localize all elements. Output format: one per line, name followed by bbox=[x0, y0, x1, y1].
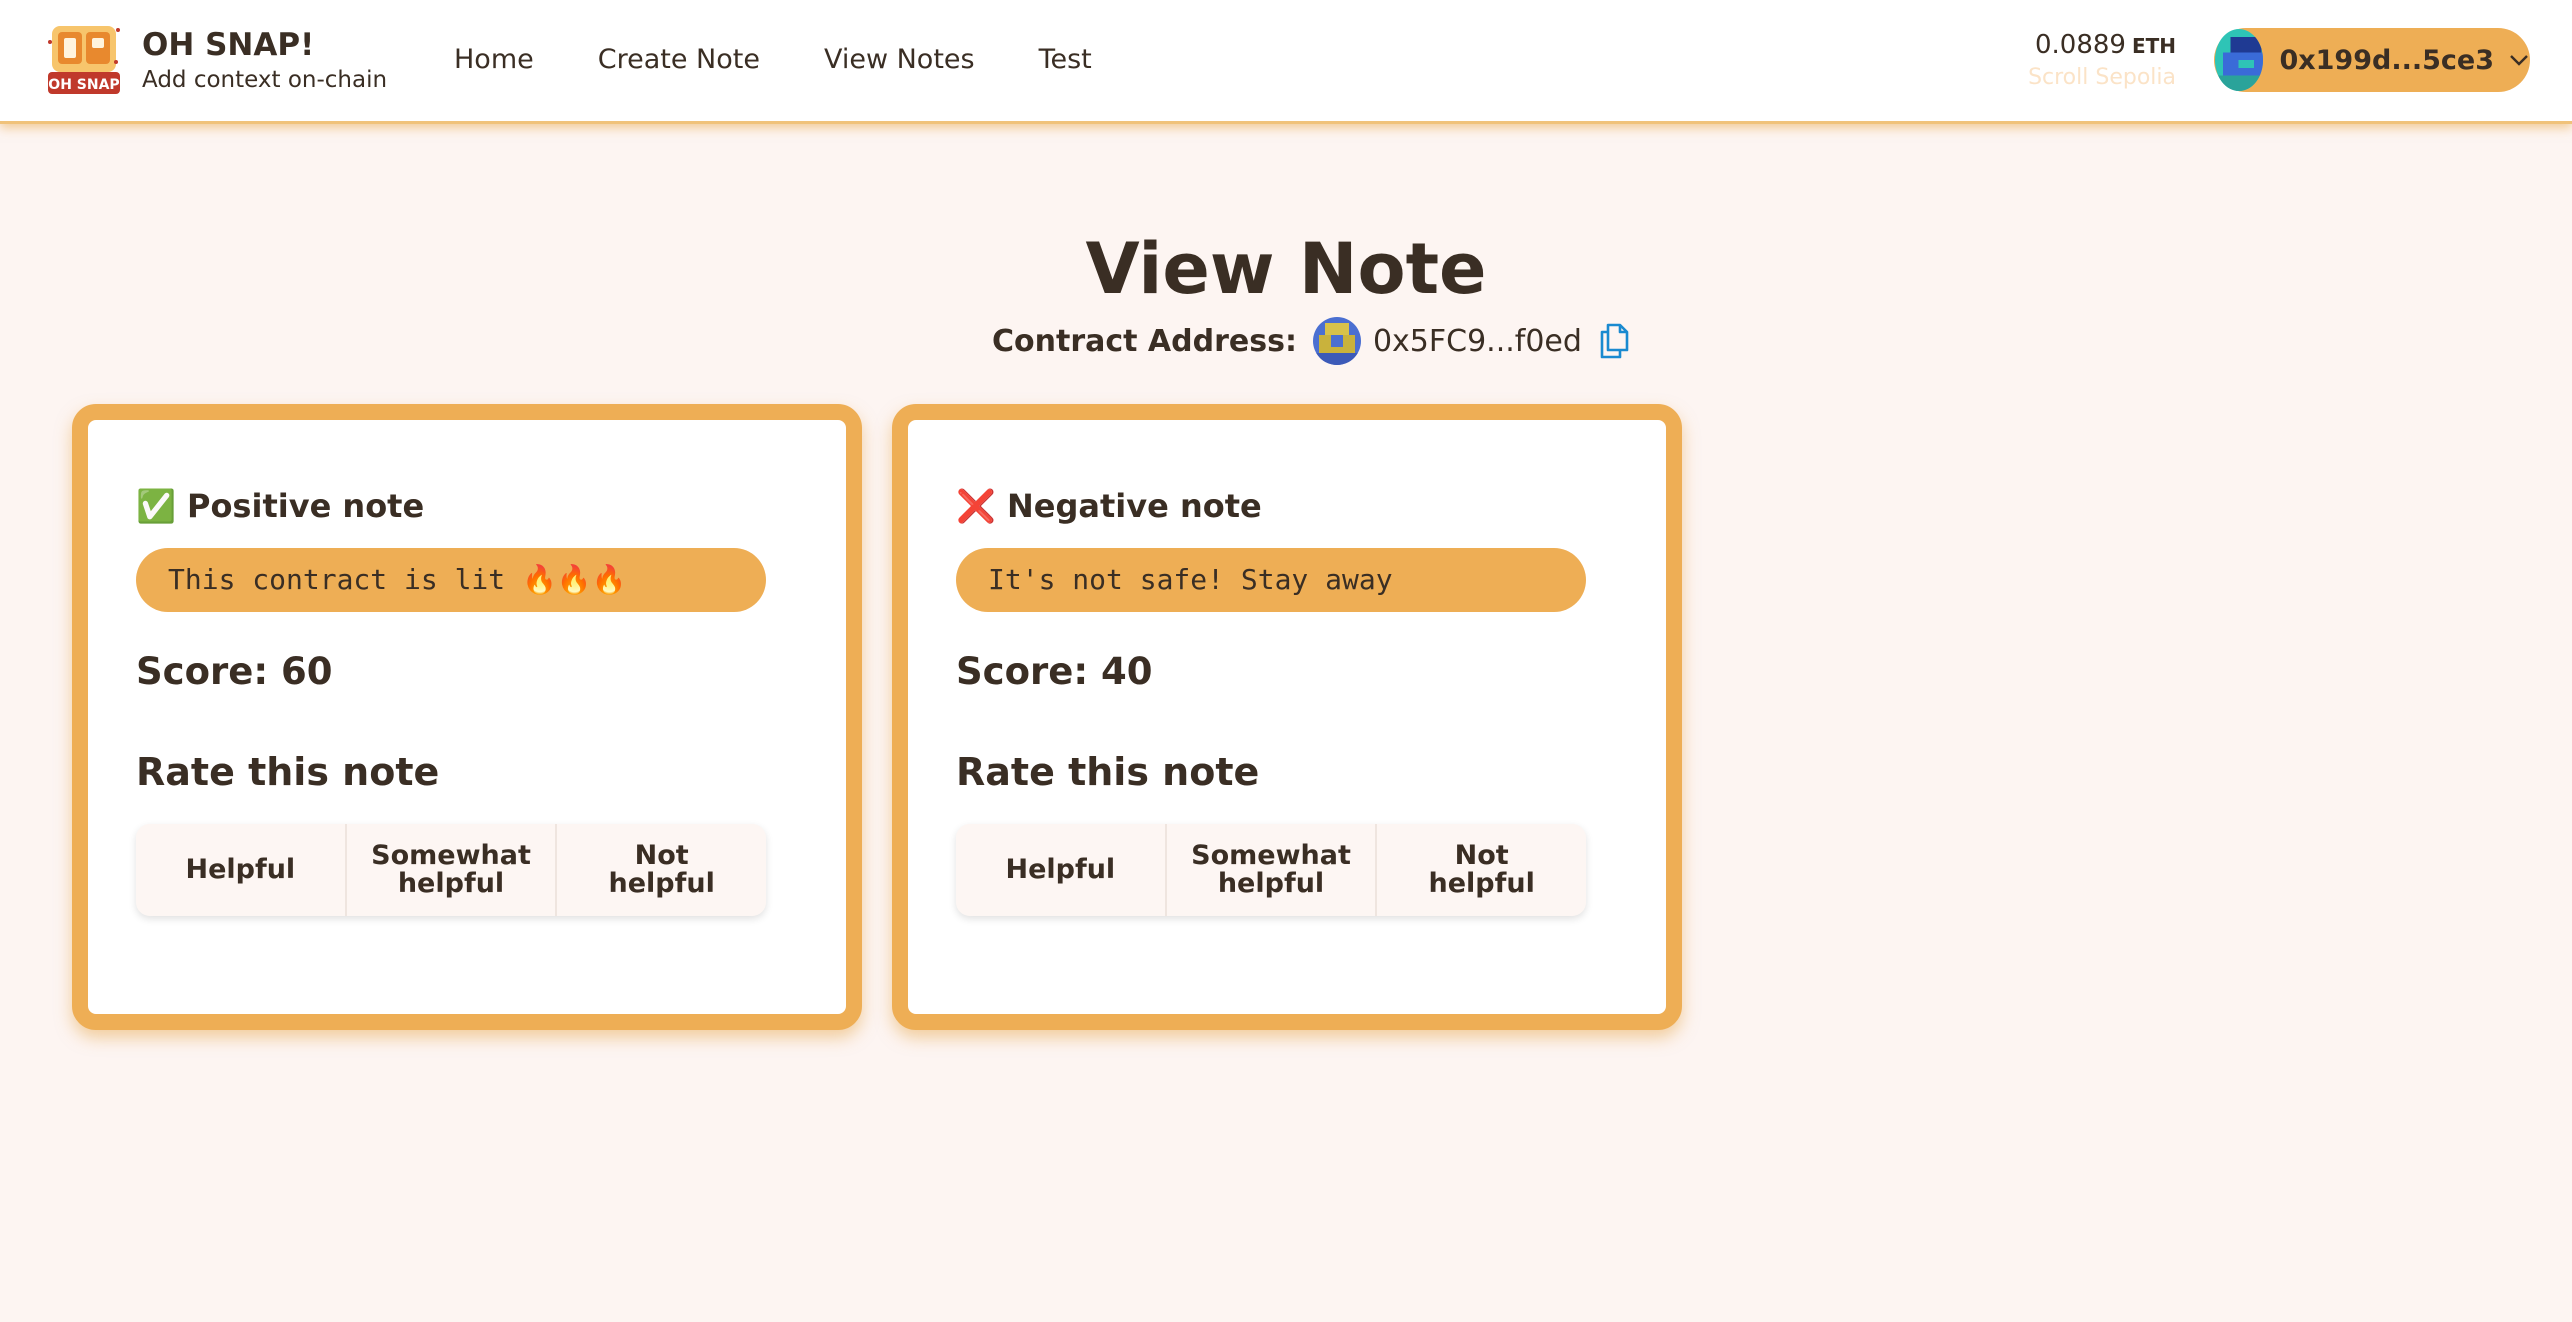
oh-snap-logo[interactable]: OH SNAP bbox=[46, 22, 122, 98]
note-score: Score: 40 bbox=[956, 650, 1153, 693]
rate-title: Rate this note bbox=[136, 750, 440, 794]
note-heading-label: Positive note bbox=[186, 487, 425, 525]
rate-somewhat-helpful-button[interactable]: Somewhat helpful bbox=[346, 824, 558, 916]
rate-helpful-button[interactable]: Helpful bbox=[956, 824, 1167, 916]
note-text: It's not safe! Stay away bbox=[956, 548, 1586, 612]
nav-test[interactable]: Test bbox=[1007, 38, 1124, 82]
network-name: Scroll Sepolia bbox=[2028, 65, 2176, 90]
nav-home[interactable]: Home bbox=[422, 38, 566, 82]
contract-address: 0x5FC9...f0ed bbox=[1372, 323, 1582, 359]
nav-create-note[interactable]: Create Note bbox=[566, 38, 792, 82]
brand-text: OH SNAP! Add context on-chain bbox=[142, 25, 387, 95]
rate-somewhat-helpful-button[interactable]: Somewhat helpful bbox=[1166, 824, 1378, 916]
brand-subtitle: Add context on-chain bbox=[142, 67, 388, 93]
balance-symbol: ETH bbox=[2131, 34, 2176, 58]
note-score: Score: 60 bbox=[136, 650, 333, 693]
account-address: 0x199d...5ce3 bbox=[2279, 44, 2494, 76]
page-title: View Note bbox=[1085, 228, 1487, 310]
main-nav: Home Create Note View Notes Test bbox=[422, 38, 1124, 82]
note-card-negative: ❌ Negative note It's not safe! Stay away… bbox=[892, 404, 1682, 1030]
wallet-balance[interactable]: 0.0889 ETH Scroll Sepolia bbox=[2028, 28, 2176, 93]
contract-address-row: Contract Address: 0x5FC9...f0ed bbox=[992, 316, 1630, 366]
copy-icon[interactable] bbox=[1598, 323, 1630, 359]
note-heading: ✅ Positive note bbox=[136, 484, 766, 528]
check-icon: ✅ bbox=[136, 487, 176, 525]
svg-text:OH SNAP: OH SNAP bbox=[48, 77, 119, 93]
rate-title: Rate this note bbox=[956, 750, 1260, 794]
note-heading-label: Negative note bbox=[1006, 487, 1262, 525]
account-button[interactable]: 0x199d...5ce3 bbox=[2214, 28, 2530, 92]
cross-icon: ❌ bbox=[956, 487, 996, 525]
rating-button-group: Helpful Somewhat helpful Not helpful bbox=[956, 824, 1586, 916]
note-text: This contract is lit 🔥🔥🔥 bbox=[136, 548, 766, 612]
brand[interactable]: OH SNAP OH SNAP! Add context on-chain bbox=[46, 22, 387, 98]
chevron-down-icon bbox=[2508, 49, 2530, 71]
balance-amount: 0.0889 bbox=[2034, 30, 2126, 60]
note-card-positive: ✅ Positive note This contract is lit 🔥🔥🔥… bbox=[72, 404, 862, 1030]
rate-not-helpful-button[interactable]: Not helpful bbox=[1377, 824, 1586, 916]
brand-title: OH SNAP! bbox=[142, 27, 315, 63]
nav-view-notes[interactable]: View Notes bbox=[792, 38, 1007, 82]
rate-helpful-button[interactable]: Helpful bbox=[136, 824, 347, 916]
rate-not-helpful-button[interactable]: Not helpful bbox=[557, 824, 766, 916]
account-avatar bbox=[2215, 29, 2264, 91]
note-heading: ❌ Negative note bbox=[956, 484, 1586, 528]
top-navbar: OH SNAP OH SNAP! Add context on-chain Ho… bbox=[0, 0, 2572, 124]
rating-button-group: Helpful Somewhat helpful Not helpful bbox=[136, 824, 766, 916]
contract-label: Contract Address: bbox=[992, 323, 1297, 359]
contract-avatar bbox=[1312, 317, 1361, 365]
